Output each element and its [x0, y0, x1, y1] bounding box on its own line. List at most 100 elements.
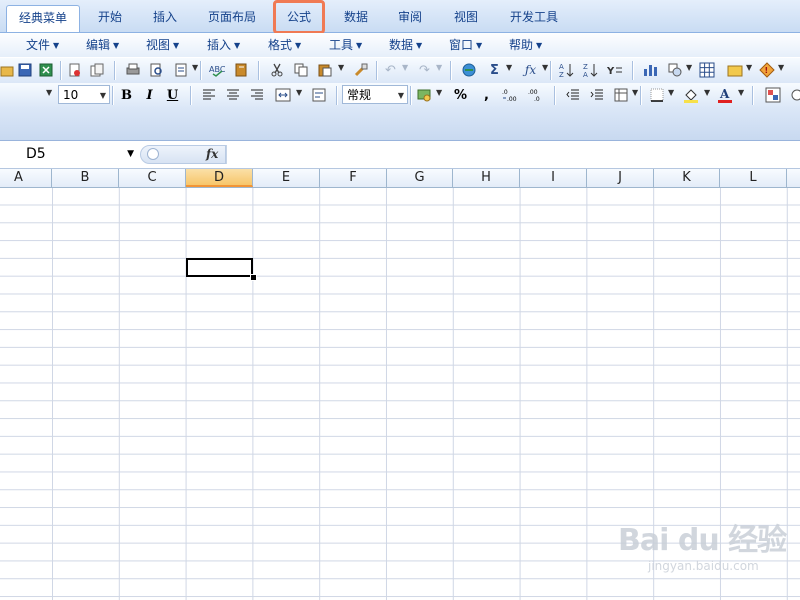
menu-window[interactable]: 窗口 ▼: [449, 36, 482, 54]
zoom-icon[interactable]: [786, 85, 800, 105]
currency-format-icon[interactable]: [414, 85, 435, 105]
formula-input[interactable]: [226, 145, 800, 164]
research-icon[interactable]: [170, 60, 191, 80]
borders-icon[interactable]: [646, 85, 667, 105]
undo-icon[interactable]: ↶: [380, 60, 401, 80]
tab-formulas[interactable]: 公式: [273, 0, 325, 34]
chevron-down-icon[interactable]: ▼: [542, 63, 548, 72]
chevron-down-icon[interactable]: ▼: [338, 63, 344, 72]
export-icon[interactable]: [35, 60, 56, 80]
chevron-down-icon[interactable]: ▼: [778, 63, 784, 72]
increase-indent-icon[interactable]: [586, 85, 607, 105]
shapes-icon[interactable]: [664, 60, 685, 80]
column-header-h[interactable]: H: [453, 169, 520, 187]
print-icon[interactable]: [122, 60, 143, 80]
insert-function-icon[interactable]: fx: [206, 146, 218, 163]
tab-developer[interactable]: 开发工具: [500, 5, 568, 29]
chevron-down-icon[interactable]: ▼: [746, 63, 752, 72]
menu-help[interactable]: 帮助 ▼: [509, 36, 542, 54]
decrease-indent-icon[interactable]: [562, 85, 583, 105]
column-header-e[interactable]: E: [253, 169, 320, 187]
name-box[interactable]: D5 ▼: [0, 145, 140, 164]
filter-icon[interactable]: Y: [604, 60, 625, 80]
folder-icon[interactable]: [724, 60, 745, 80]
insert-function-icon[interactable]: ƒx: [520, 60, 541, 80]
tab-home[interactable]: 开始: [84, 5, 136, 29]
chevron-down-icon[interactable]: ▼: [632, 88, 638, 97]
chart-icon[interactable]: [640, 60, 661, 80]
underline-button[interactable]: U: [162, 85, 183, 105]
menu-edit[interactable]: 编辑 ▼: [86, 36, 119, 54]
copy-icon[interactable]: [290, 60, 311, 80]
format-cells-icon[interactable]: [610, 85, 631, 105]
chevron-down-icon[interactable]: ▼: [506, 63, 512, 72]
chevron-down-icon[interactable]: ▼: [668, 88, 674, 97]
font-size-select[interactable]: 10 ▼: [58, 85, 110, 104]
chevron-down-icon[interactable]: ▼: [436, 63, 442, 72]
menu-view[interactable]: 视图 ▼: [146, 36, 179, 54]
menu-format[interactable]: 格式 ▼: [268, 36, 301, 54]
cut-icon[interactable]: [266, 60, 287, 80]
column-header-c[interactable]: C: [119, 169, 186, 187]
tab-classic-menu[interactable]: 经典菜单: [6, 5, 80, 32]
fill-color-icon[interactable]: [680, 85, 701, 105]
column-header-k[interactable]: K: [654, 169, 720, 187]
print-preview-file-icon[interactable]: [64, 60, 85, 80]
chevron-down-icon[interactable]: ▼: [704, 88, 710, 97]
menu-file[interactable]: 文件 ▼: [26, 36, 59, 54]
print-preview-icon[interactable]: [146, 60, 167, 80]
hyperlink-icon[interactable]: [458, 60, 479, 80]
active-cell-d5[interactable]: [186, 258, 253, 277]
format-painter-icon[interactable]: [350, 60, 371, 80]
chevron-down-icon[interactable]: ▼: [192, 63, 198, 72]
tab-data[interactable]: 数据: [332, 5, 380, 29]
autosum-icon[interactable]: Σ: [484, 60, 505, 80]
decrease-decimal-icon[interactable]: .00.0: [526, 85, 547, 105]
increase-decimal-icon[interactable]: .0.00: [500, 85, 521, 105]
align-center-icon[interactable]: [222, 85, 243, 105]
column-header-a[interactable]: A: [0, 169, 52, 187]
comma-style-button[interactable]: ,: [476, 85, 497, 105]
align-left-icon[interactable]: [198, 85, 219, 105]
column-header-l[interactable]: L: [720, 169, 787, 187]
chevron-down-icon[interactable]: ▼: [738, 88, 744, 97]
number-format-select[interactable]: 常规 ▼: [342, 85, 408, 104]
percent-button[interactable]: %: [450, 85, 471, 105]
wrap-text-icon[interactable]: [308, 85, 329, 105]
grid-borders-icon[interactable]: [696, 60, 717, 80]
sort-ascending-icon[interactable]: AZ: [556, 60, 577, 80]
permission-icon[interactable]: [86, 60, 107, 80]
italic-button[interactable]: I: [139, 85, 160, 105]
cell-grid[interactable]: [0, 188, 800, 600]
redo-icon[interactable]: ↷: [414, 60, 435, 80]
menu-data[interactable]: 数据 ▼: [389, 36, 422, 54]
fill-handle[interactable]: [250, 274, 257, 281]
column-header-d[interactable]: D: [186, 169, 253, 187]
column-header-i[interactable]: I: [520, 169, 587, 187]
tab-review[interactable]: 审阅: [386, 5, 434, 29]
chevron-down-icon[interactable]: ▼: [402, 63, 408, 72]
chevron-down-icon[interactable]: ▼: [296, 88, 302, 97]
save-icon[interactable]: [14, 60, 35, 80]
expand-icon[interactable]: [147, 148, 159, 160]
align-right-icon[interactable]: [246, 85, 267, 105]
tab-page-layout[interactable]: 页面布局: [198, 5, 266, 29]
column-header-g[interactable]: G: [387, 169, 453, 187]
chevron-down-icon[interactable]: ▼: [686, 63, 692, 72]
font-color-icon[interactable]: A: [714, 85, 735, 105]
merge-center-icon[interactable]: [272, 85, 293, 105]
bold-button[interactable]: B: [116, 85, 137, 105]
research-book-icon[interactable]: [230, 60, 251, 80]
spelling-icon[interactable]: ABC: [206, 60, 227, 80]
column-header-f[interactable]: F: [320, 169, 387, 187]
column-header-j[interactable]: J: [587, 169, 654, 187]
column-header-b[interactable]: B: [52, 169, 119, 187]
tab-insert[interactable]: 插入: [140, 5, 190, 29]
menu-insert[interactable]: 插入 ▼: [207, 36, 240, 54]
chevron-down-icon[interactable]: ▼: [436, 88, 442, 97]
menu-tools[interactable]: 工具 ▼: [329, 36, 362, 54]
font-name-dropdown-arrow[interactable]: ▼: [46, 88, 52, 97]
styles-icon[interactable]: [762, 85, 783, 105]
paste-icon[interactable]: [314, 60, 335, 80]
tab-view[interactable]: 视图: [442, 5, 490, 29]
